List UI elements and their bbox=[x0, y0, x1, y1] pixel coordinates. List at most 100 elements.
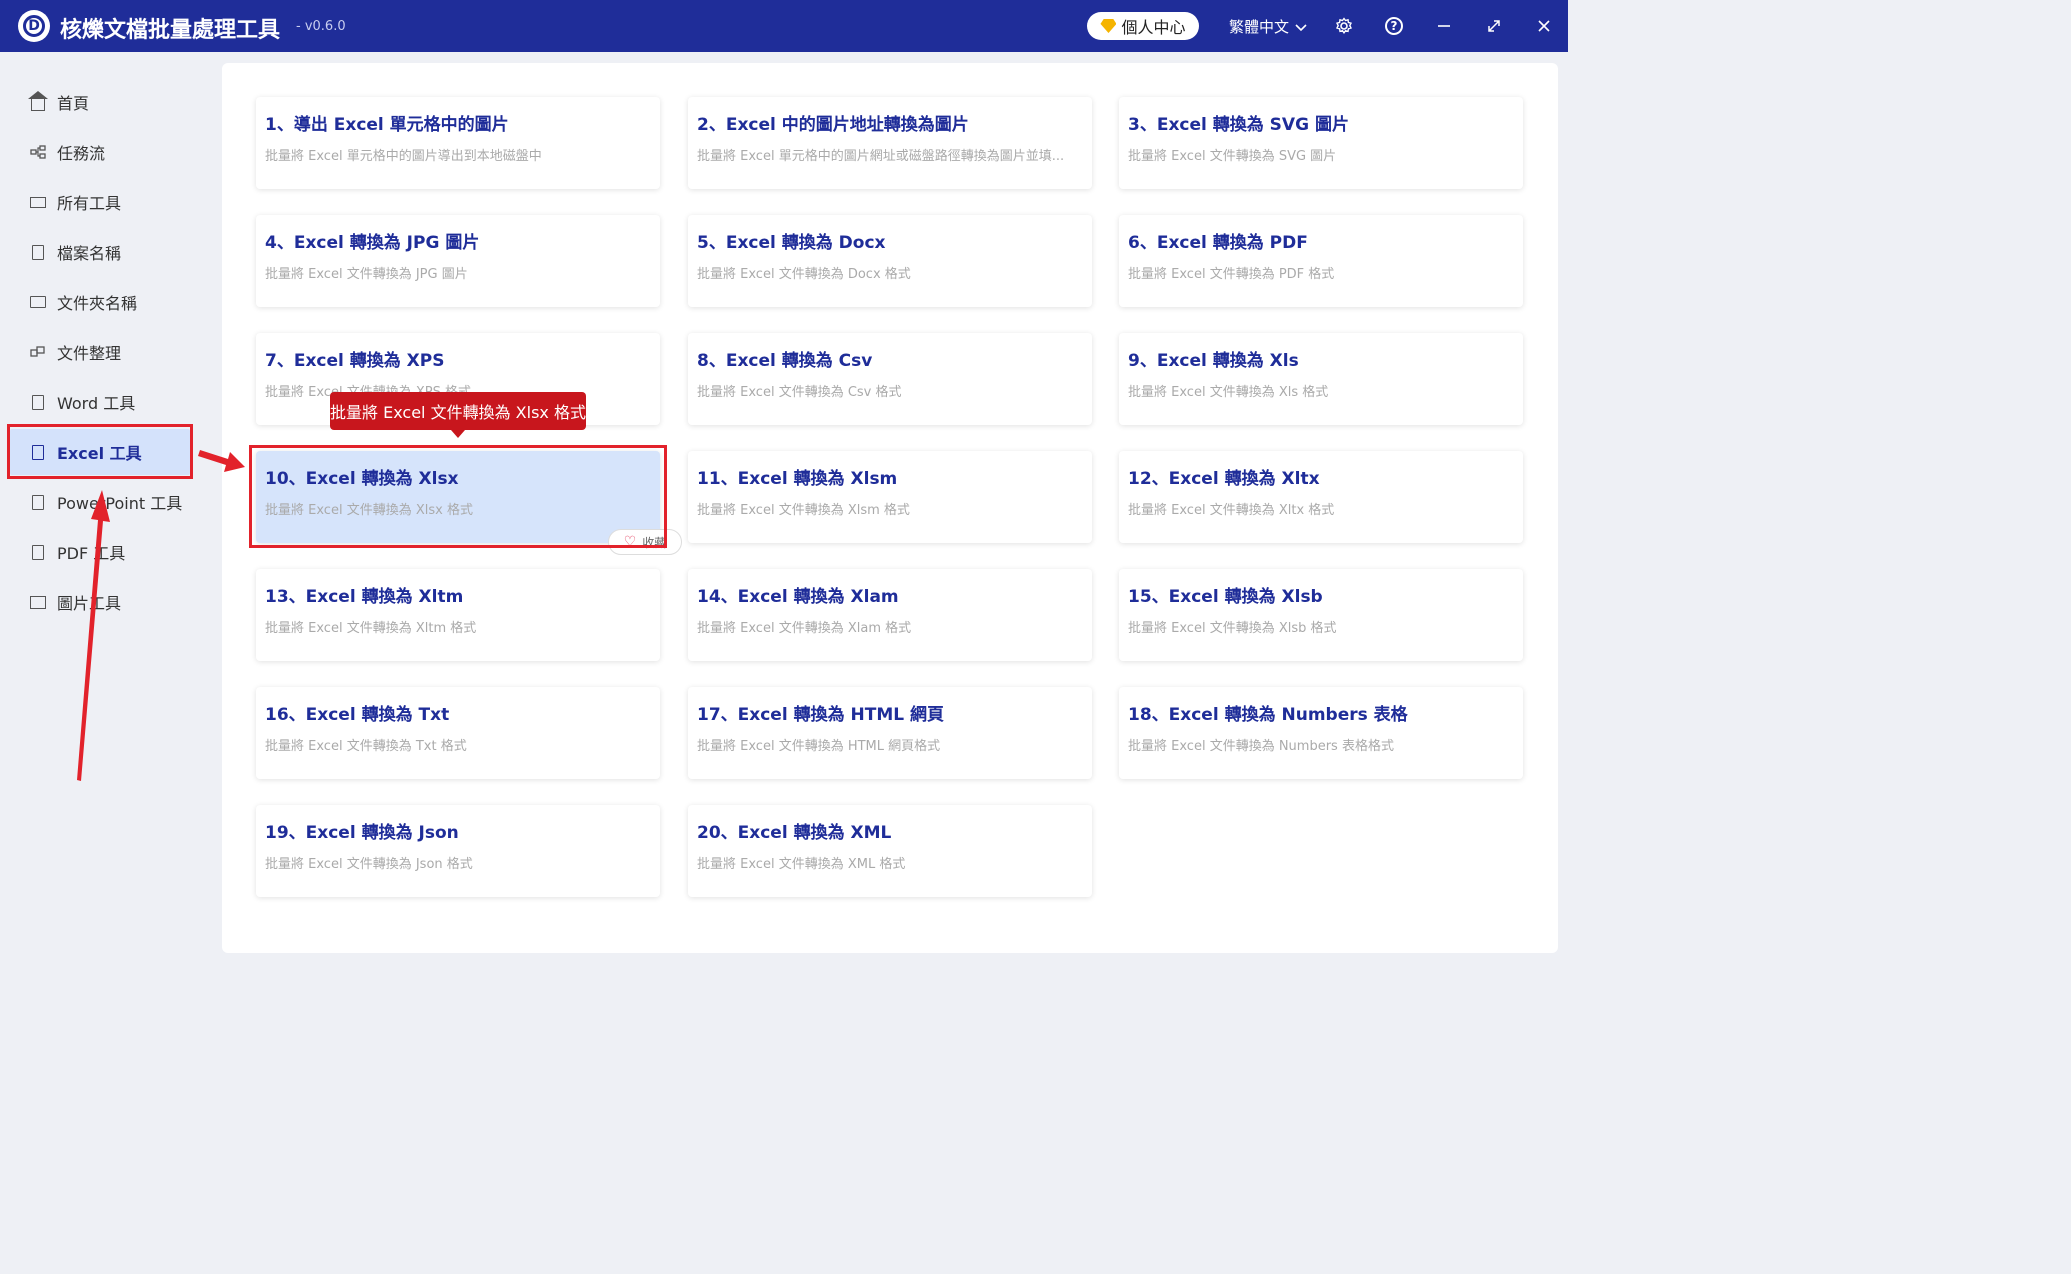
tool-card[interactable]: 3、Excel 轉換為 SVG 圖片 批量將 Excel 文件轉換為 SVG 圖… bbox=[1119, 97, 1523, 189]
monitor-icon bbox=[30, 194, 46, 210]
maximize-icon[interactable] bbox=[1482, 14, 1506, 38]
sidebar-item-label: 檔案名稱 bbox=[57, 244, 122, 263]
user-center-label: 個人中心 bbox=[1121, 18, 1186, 37]
tool-card-desc: 批量將 Excel 文件轉換為 PDF 格式 bbox=[1128, 267, 1335, 282]
sidebar-item-word[interactable]: Word 工具 bbox=[0, 379, 210, 425]
tool-card-title: 9、Excel 轉換為 Xls bbox=[1128, 351, 1299, 371]
tool-card-desc: 批量將 Excel 文件轉換為 Numbers 表格格式 bbox=[1128, 739, 1394, 754]
tool-card-desc: 批量將 Excel 單元格中的圖片導出到本地磁盤中 bbox=[265, 149, 542, 164]
sidebar-item-label: 文件整理 bbox=[57, 344, 122, 363]
tool-card[interactable]: 9、Excel 轉換為 Xls 批量將 Excel 文件轉換為 Xls 格式 bbox=[1119, 333, 1523, 425]
sidebar-item-file-name[interactable]: 檔案名稱 bbox=[0, 229, 210, 275]
tool-card-desc: 批量將 Excel 文件轉換為 Csv 格式 bbox=[697, 385, 902, 400]
image-icon bbox=[30, 594, 46, 610]
sidebar-item-organize[interactable]: 文件整理 bbox=[0, 329, 210, 375]
tool-card-title: 2、Excel 中的圖片地址轉換為圖片 bbox=[697, 115, 969, 135]
pdf-icon bbox=[30, 544, 46, 560]
tool-card-desc: 批量將 Excel 文件轉換為 Xlam 格式 bbox=[697, 621, 912, 636]
tool-card-desc: 批量將 Excel 文件轉換為 Xltx 格式 bbox=[1128, 503, 1335, 518]
tool-card-title: 20、Excel 轉換為 XML bbox=[697, 823, 892, 843]
sidebar-item-label: PDF 工具 bbox=[57, 544, 126, 563]
sidebar-item-label: Word 工具 bbox=[57, 394, 136, 413]
tool-card-title: 14、Excel 轉換為 Xlam bbox=[697, 587, 899, 607]
sidebar-item-image[interactable]: 圖片工具 bbox=[0, 579, 210, 625]
tool-card-title: 6、Excel 轉換為 PDF bbox=[1128, 233, 1308, 253]
close-icon[interactable] bbox=[1532, 14, 1556, 38]
language-selector[interactable]: 繁體中文 bbox=[1229, 16, 1307, 37]
language-label: 繁體中文 bbox=[1229, 18, 1290, 36]
tool-card-title: 13、Excel 轉換為 Xltm bbox=[265, 587, 464, 607]
tool-card-desc: 批量將 Excel 文件轉換為 Json 格式 bbox=[265, 857, 473, 872]
app-title: 核爍文檔批量處理工具 bbox=[60, 18, 281, 43]
tool-card-desc: 批量將 Excel 文件轉換為 HTML 網頁格式 bbox=[697, 739, 941, 754]
app-version: - v0.6.0 bbox=[296, 19, 346, 34]
tool-card[interactable]: 13、Excel 轉換為 Xltm 批量將 Excel 文件轉換為 Xltm 格… bbox=[256, 569, 660, 661]
tool-card[interactable]: 18、Excel 轉換為 Numbers 表格 批量將 Excel 文件轉換為 … bbox=[1119, 687, 1523, 779]
workflow-icon bbox=[30, 144, 46, 160]
annotation-box-sidebar bbox=[7, 424, 193, 479]
file-name-icon bbox=[30, 244, 46, 260]
tool-card[interactable]: 5、Excel 轉換為 Docx 批量將 Excel 文件轉換為 Docx 格式 bbox=[688, 215, 1092, 307]
tool-card[interactable]: 19、Excel 轉換為 Json 批量將 Excel 文件轉換為 Json 格… bbox=[256, 805, 660, 897]
user-center-button[interactable]: 個人中心 bbox=[1087, 12, 1199, 40]
tool-card-title: 8、Excel 轉換為 Csv bbox=[697, 351, 873, 371]
tool-card[interactable]: 14、Excel 轉換為 Xlam 批量將 Excel 文件轉換為 Xlam 格… bbox=[688, 569, 1092, 661]
tool-card-title: 19、Excel 轉換為 Json bbox=[265, 823, 459, 843]
tool-card-title: 7、Excel 轉換為 XPS bbox=[265, 351, 445, 371]
tool-card-desc: 批量將 Excel 文件轉換為 Xls 格式 bbox=[1128, 385, 1329, 400]
tool-card-title: 12、Excel 轉換為 Xltx bbox=[1128, 469, 1320, 489]
tool-card-title: 15、Excel 轉換為 Xlsb bbox=[1128, 587, 1323, 607]
tool-card-title: 18、Excel 轉換為 Numbers 表格 bbox=[1128, 705, 1408, 725]
home-icon bbox=[28, 91, 48, 111]
tool-card[interactable]: 15、Excel 轉換為 Xlsb 批量將 Excel 文件轉換為 Xlsb 格… bbox=[1119, 569, 1523, 661]
vip-gem-icon bbox=[1100, 19, 1117, 33]
tool-card[interactable]: 11、Excel 轉換為 Xlsm 批量將 Excel 文件轉換為 Xlsm 格… bbox=[688, 451, 1092, 543]
sidebar-item-pdf[interactable]: PDF 工具 bbox=[0, 529, 210, 575]
powerpoint-icon bbox=[30, 494, 46, 510]
tool-card-title: 11、Excel 轉換為 Xlsm bbox=[697, 469, 898, 489]
settings-gear-icon[interactable] bbox=[1332, 14, 1356, 38]
tool-card-desc: 批量將 Excel 文件轉換為 XML 格式 bbox=[697, 857, 906, 872]
tool-card-title: 4、Excel 轉換為 JPG 圖片 bbox=[265, 233, 480, 253]
sidebar-item-label: 首頁 bbox=[57, 94, 90, 113]
tool-card-title: 1、導出 Excel 單元格中的圖片 bbox=[265, 115, 509, 135]
organize-icon bbox=[30, 344, 46, 360]
title-bar: D 核爍文檔批量處理工具 - v0.6.0 個人中心 繁體中文 ? bbox=[0, 0, 1568, 52]
tooltip: 批量將 Excel 文件轉換為 Xlsx 格式 bbox=[330, 392, 586, 438]
word-icon bbox=[30, 394, 46, 410]
sidebar-item-all-tools[interactable]: 所有工具 bbox=[0, 179, 210, 225]
annotation-box-card bbox=[249, 445, 667, 548]
tool-card-desc: 批量將 Excel 文件轉換為 SVG 圖片 bbox=[1128, 149, 1337, 164]
tool-card-desc: 批量將 Excel 文件轉換為 Xlsb 格式 bbox=[1128, 621, 1337, 636]
tool-card[interactable]: 6、Excel 轉換為 PDF 批量將 Excel 文件轉換為 PDF 格式 bbox=[1119, 215, 1523, 307]
sidebar-item-folder-name[interactable]: 文件夾名稱 bbox=[0, 279, 210, 325]
tool-card-desc: 批量將 Excel 文件轉換為 Txt 格式 bbox=[265, 739, 467, 754]
tool-card[interactable]: 16、Excel 轉換為 Txt 批量將 Excel 文件轉換為 Txt 格式 bbox=[256, 687, 660, 779]
sidebar-item-label: 文件夾名稱 bbox=[57, 294, 138, 313]
folder-icon bbox=[30, 294, 46, 310]
tool-card[interactable]: 8、Excel 轉換為 Csv 批量將 Excel 文件轉換為 Csv 格式 bbox=[688, 333, 1092, 425]
tool-card[interactable]: 1、導出 Excel 單元格中的圖片 批量將 Excel 單元格中的圖片導出到本… bbox=[256, 97, 660, 189]
sidebar-item-home[interactable]: 首頁 bbox=[0, 79, 210, 125]
tool-card-title: 17、Excel 轉換為 HTML 網頁 bbox=[697, 705, 944, 725]
tool-card-desc: 批量將 Excel 文件轉換為 JPG 圖片 bbox=[265, 267, 468, 282]
sidebar-item-workflow[interactable]: 任務流 bbox=[0, 129, 210, 175]
sidebar-item-label: 任務流 bbox=[57, 144, 106, 163]
minimize-icon[interactable] bbox=[1432, 14, 1456, 38]
chevron-down-icon bbox=[1295, 18, 1307, 36]
sidebar-item-powerpoint[interactable]: PowerPoint 工具 bbox=[0, 479, 210, 525]
app-logo-icon: D bbox=[18, 10, 50, 42]
tool-card[interactable]: 12、Excel 轉換為 Xltx 批量將 Excel 文件轉換為 Xltx 格… bbox=[1119, 451, 1523, 543]
sidebar-item-label: 所有工具 bbox=[57, 194, 122, 213]
tool-card[interactable]: 2、Excel 中的圖片地址轉換為圖片 批量將 Excel 單元格中的圖片網址或… bbox=[688, 97, 1092, 189]
tool-card[interactable]: 17、Excel 轉換為 HTML 網頁 批量將 Excel 文件轉換為 HTM… bbox=[688, 687, 1092, 779]
tool-card-desc: 批量將 Excel 文件轉換為 Docx 格式 bbox=[697, 267, 911, 282]
tool-card-title: 5、Excel 轉換為 Docx bbox=[697, 233, 886, 253]
sidebar: 首頁 任務流 所有工具 檔案名稱 文件夾名稱 文件整理 Word 工具 Exce… bbox=[0, 52, 222, 965]
sidebar-item-label: PowerPoint 工具 bbox=[57, 494, 183, 513]
tool-card[interactable]: 4、Excel 轉換為 JPG 圖片 批量將 Excel 文件轉換為 JPG 圖… bbox=[256, 215, 660, 307]
tool-card-desc: 批量將 Excel 文件轉換為 Xlsm 格式 bbox=[697, 503, 910, 518]
help-icon[interactable]: ? bbox=[1385, 17, 1403, 35]
tool-card[interactable]: 20、Excel 轉換為 XML 批量將 Excel 文件轉換為 XML 格式 bbox=[688, 805, 1092, 897]
tool-card-desc: 批量將 Excel 單元格中的圖片網址或磁盤路徑轉換為圖片並填... bbox=[697, 149, 1065, 164]
